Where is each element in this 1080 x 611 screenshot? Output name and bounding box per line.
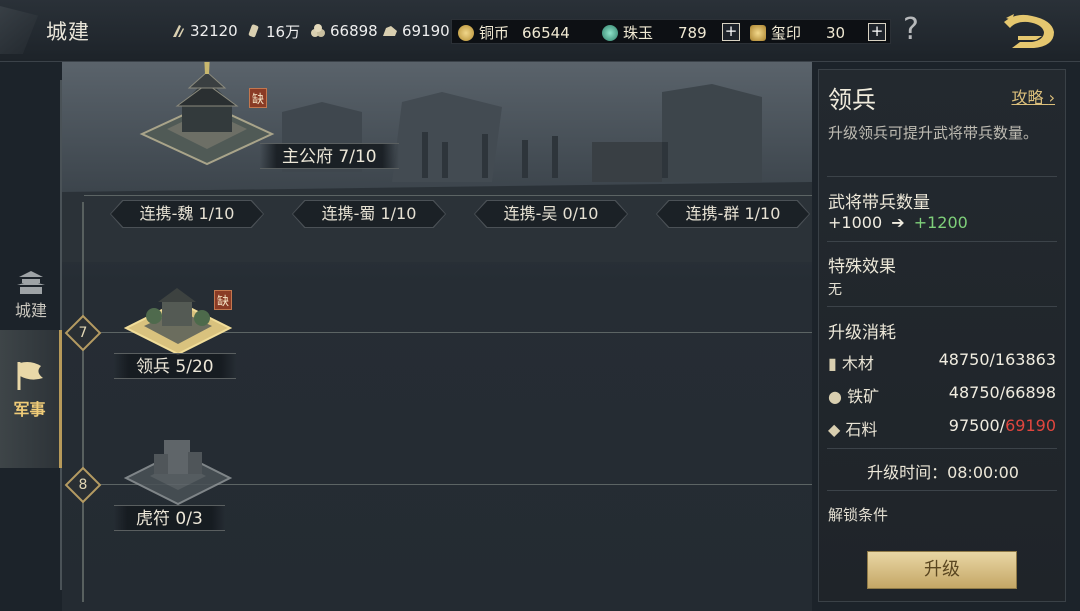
cost-stone-label: 石料 — [845, 420, 878, 439]
wood-resource: 32120 — [170, 21, 238, 41]
divider — [827, 241, 1057, 242]
corner-emblem — [0, 6, 38, 54]
divider — [827, 176, 1057, 177]
cost-row-stone: ◆ 石料 97500/69190 — [828, 416, 1056, 440]
level-8-node: 8 — [64, 466, 102, 504]
iron-ore-icon: ● — [828, 387, 842, 406]
level-8-number: 8 — [78, 477, 88, 493]
wood-icon: ▮ — [828, 354, 837, 373]
palace-label[interactable]: 主公府 7/10 — [260, 143, 399, 169]
wood-icon — [170, 23, 186, 39]
panel-title: 领兵 — [828, 86, 876, 114]
tab-city-building[interactable]: 城建 — [0, 265, 62, 327]
tiger-tally-building[interactable] — [123, 432, 233, 506]
alliance-wei-button[interactable]: 连携-魏 1/10 — [111, 201, 263, 227]
cost-iron-have: 48750 — [948, 383, 1000, 402]
cost-iron-need: 66898 — [1005, 383, 1056, 402]
wood-value: 32120 — [190, 22, 238, 40]
currency-bar: 铜币 66544 珠玉 789 + 玺印 30 + — [451, 19, 891, 44]
military-scene: 缺 主公府 7/10 连携-魏 1/10 连携-蜀 1/10 连携-吴 0/10… — [62, 62, 812, 611]
page-title: 城建 — [46, 20, 90, 44]
upgrade-time: 升级时间：08:00:00 — [867, 463, 1019, 482]
iron-value: 66898 — [330, 22, 378, 40]
top-bar: 城建 32120 16万 66898 69190 铜币 66544 珠玉 789… — [0, 0, 1080, 62]
copper-coin-label: 铜币 — [479, 24, 510, 42]
alliance-wu-button[interactable]: 连携-吴 0/10 — [475, 201, 627, 227]
dragon-back-icon[interactable] — [998, 10, 1058, 52]
help-button[interactable]: ? — [903, 12, 919, 47]
stone-value: 69190 — [402, 22, 450, 40]
guide-link[interactable]: 攻略 › — [1011, 84, 1055, 108]
troop-count-change: +1000 ➔ +1200 — [828, 213, 968, 232]
seal-icon — [750, 24, 766, 41]
cost-iron-name: ● 铁矿 — [828, 383, 879, 407]
upgrade-button[interactable]: 升级 — [867, 551, 1017, 589]
cost-wood-value: 48750/163863 — [938, 350, 1056, 369]
chevron-right-icon: › — [1048, 88, 1055, 107]
scroll-resource: 16万 — [246, 21, 300, 41]
tab-military-label: 军事 — [13, 400, 46, 419]
stone-icon: ◆ — [828, 420, 841, 439]
seal-value: 30 — [826, 23, 846, 42]
troop-count-title: 武将带兵数量 — [828, 193, 930, 213]
palace-row-line — [84, 195, 812, 196]
cost-row-wood: ▮ 木材 48750/163863 — [828, 350, 1056, 374]
special-effect-value: 无 — [828, 282, 842, 298]
building-detail-panel: 领兵 攻略 › 升级领兵可提升武将带兵数量。 武将带兵数量 +1000 ➔ +1… — [818, 69, 1066, 602]
copper-coin-icon — [458, 24, 474, 41]
unlock-condition-title: 解锁条件 — [828, 506, 889, 524]
divider — [827, 306, 1057, 307]
divider — [827, 490, 1057, 491]
panel-description: 升级领兵可提升武将带兵数量。 — [828, 124, 1039, 142]
cost-row-iron: ● 铁矿 48750/66898 — [828, 383, 1056, 407]
palace-lack-badge: 缺 — [249, 88, 267, 108]
tab-city-label: 城建 — [14, 301, 47, 320]
tiger-tally-label[interactable]: 虎符 0/3 — [114, 505, 225, 531]
seal-currency: 玺印 30 — [750, 22, 845, 43]
upgrade-cost-title: 升级消耗 — [828, 323, 896, 343]
troop-count-from: +1000 — [828, 213, 883, 232]
troop-count-to: +1200 — [913, 213, 968, 232]
divider — [827, 448, 1057, 449]
copper-coin-value: 66544 — [522, 23, 570, 42]
cost-iron-label: 铁矿 — [847, 387, 880, 406]
cost-stone-have: 97500 — [948, 416, 1000, 435]
scroll-value: 16万 — [266, 22, 301, 41]
stone-icon — [382, 23, 398, 39]
cost-stone-name: ◆ 石料 — [828, 416, 877, 440]
level-7-node: 7 — [64, 314, 102, 352]
alliance-shu-button[interactable]: 连携-蜀 1/10 — [293, 201, 445, 227]
stone-resource: 69190 — [382, 21, 450, 41]
jade-add-button[interactable]: + — [722, 23, 740, 41]
cost-stone-value: 97500/69190 — [948, 416, 1056, 435]
jade-value: 789 — [678, 23, 707, 42]
troop-lead-label[interactable]: 领兵 5/20 — [114, 353, 236, 379]
palace-building[interactable] — [137, 62, 277, 169]
cost-wood-label: 木材 — [841, 354, 874, 373]
cost-wood-name: ▮ 木材 — [828, 350, 874, 374]
jade-label: 珠玉 — [623, 24, 654, 42]
scroll-icon — [246, 23, 262, 39]
cost-wood-have: 48750 — [938, 350, 990, 369]
seal-label: 玺印 — [771, 24, 802, 42]
jade-currency: 珠玉 789 — [602, 22, 707, 43]
city-tower-icon — [15, 269, 47, 295]
alliance-qun-button[interactable]: 连携-群 1/10 — [657, 201, 809, 227]
arrow-right-icon: ➔ — [891, 213, 905, 232]
flag-icon — [13, 358, 47, 392]
level-7-number: 7 — [78, 325, 88, 341]
jade-icon — [602, 24, 618, 41]
seal-add-button[interactable]: + — [868, 23, 886, 41]
cost-iron-value: 48750/66898 — [948, 383, 1056, 402]
cost-wood-need: 163863 — [994, 350, 1056, 369]
troop-lead-lack-badge: 缺 — [214, 290, 232, 310]
iron-ore-icon — [310, 23, 326, 39]
tab-military[interactable]: 军事 — [0, 330, 62, 468]
guide-label: 攻略 — [1011, 88, 1044, 107]
iron-resource: 66898 — [310, 21, 378, 41]
cost-stone-need: 69190 — [1005, 416, 1056, 435]
special-effect-title: 特殊效果 — [828, 257, 896, 277]
copper-coin-currency: 铜币 66544 — [458, 22, 570, 43]
tree-trunk-line — [82, 202, 84, 602]
